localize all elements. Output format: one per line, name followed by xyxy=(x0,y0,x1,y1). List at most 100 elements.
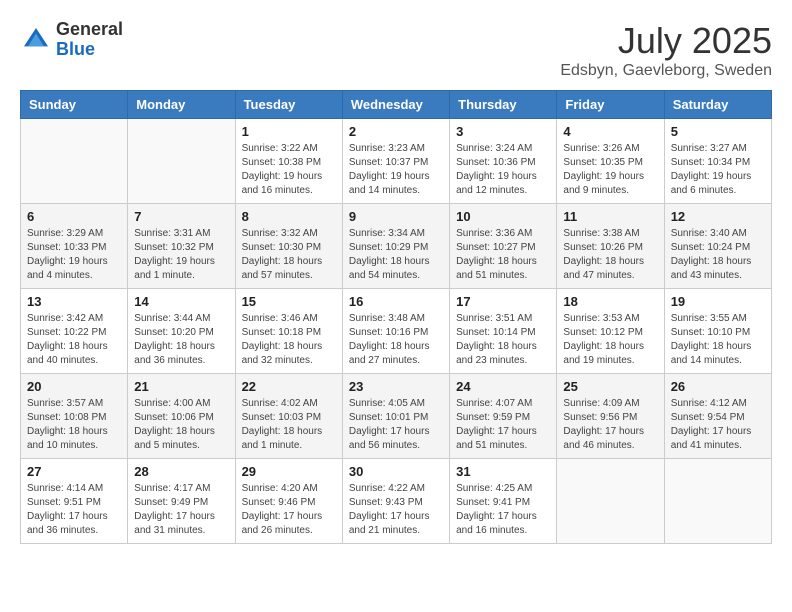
day-detail: Sunrise: 4:17 AMSunset: 9:49 PMDaylight:… xyxy=(134,482,228,538)
calendar-day-cell: 10Sunrise: 3:36 AMSunset: 10:27 PMDaylig… xyxy=(450,204,557,289)
calendar-header-thursday: Thursday xyxy=(450,91,557,119)
calendar-day-cell: 25 Sunrise: 4:09 AMSunset: 9:56 PMDayligh… xyxy=(557,374,664,459)
day-number: 24 xyxy=(456,379,550,394)
calendar-day-cell: 6 Sunrise: 3:29 AMSunset: 10:33 PMDayligh… xyxy=(21,204,128,289)
day-detail: Sunrise: 4:20 AMSunset: 9:46 PMDaylight:… xyxy=(242,482,336,538)
day-number: 14 xyxy=(134,294,228,309)
day-number: 23 xyxy=(349,379,443,394)
calendar-day-cell: 18 Sunrise: 3:53 AMSunset: 10:12 PMDaylig… xyxy=(557,289,664,374)
day-number: 29 xyxy=(242,464,336,479)
calendar-day-cell: 29 Sunrise: 4:20 AMSunset: 9:46 PMDayligh… xyxy=(235,459,342,544)
day-detail: Sunrise: 3:34 AMSunset: 10:29 PMDaylight… xyxy=(349,227,443,283)
day-number: 27 xyxy=(27,464,121,479)
calendar-day-cell: 2Sunrise: 3:23 AMSunset: 10:37 PMDayligh… xyxy=(342,119,449,204)
calendar-header-row: SundayMondayTuesdayWednesdayThursdayFrid… xyxy=(21,91,772,119)
day-detail: Sunrise: 4:02 AMSunset: 10:03 PMDaylight… xyxy=(242,397,336,453)
day-detail: Sunrise: 3:27 AMSunset: 10:34 PMDaylight… xyxy=(671,142,765,198)
day-number: 17 xyxy=(456,294,550,309)
day-detail: Sunrise: 3:46 AMSunset: 10:18 PMDaylight… xyxy=(242,312,336,368)
day-detail: Sunrise: 4:14 AMSunset: 9:51 PMDaylight:… xyxy=(27,482,121,538)
calendar-day-cell: 1Sunrise: 3:22 AMSunset: 10:38 PMDayligh… xyxy=(235,119,342,204)
day-number: 30 xyxy=(349,464,443,479)
title-block: July 2025 Edsbyn, Gaevleborg, Sweden xyxy=(560,20,772,80)
day-number: 25 xyxy=(563,379,657,394)
day-detail: Sunrise: 3:24 AMSunset: 10:36 PMDaylight… xyxy=(456,142,550,198)
logo-text: General Blue xyxy=(56,20,123,60)
day-number: 18 xyxy=(563,294,657,309)
day-number: 21 xyxy=(134,379,228,394)
calendar-day-cell: 16 Sunrise: 3:48 AMSunset: 10:16 PMDaylig… xyxy=(342,289,449,374)
page-header: General Blue July 2025 Edsbyn, Gaevlebor… xyxy=(20,20,772,80)
calendar-day-cell: 20 Sunrise: 3:57 AMSunset: 10:08 PMDaylig… xyxy=(21,374,128,459)
calendar-week-row: 13 Sunrise: 3:42 AMSunset: 10:22 PMDaylig… xyxy=(21,289,772,374)
day-number: 4 xyxy=(563,124,657,139)
calendar-day-cell: 12 Sunrise: 3:40 AMSunset: 10:24 PMDaylig… xyxy=(664,204,771,289)
calendar-table: SundayMondayTuesdayWednesdayThursdayFrid… xyxy=(20,90,772,544)
calendar-day-cell: 19Sunrise: 3:55 AMSunset: 10:10 PMDaylig… xyxy=(664,289,771,374)
calendar-day-cell: 23 Sunrise: 4:05 AMSunset: 10:01 PMDaylig… xyxy=(342,374,449,459)
calendar-day-cell: 13 Sunrise: 3:42 AMSunset: 10:22 PMDaylig… xyxy=(21,289,128,374)
day-detail: Sunrise: 3:55 AMSunset: 10:10 PMDaylight… xyxy=(671,312,765,368)
day-detail: Sunrise: 3:53 AMSunset: 10:12 PMDaylight… xyxy=(563,312,657,368)
calendar-day-cell xyxy=(128,119,235,204)
calendar-day-cell: 31 Sunrise: 4:25 AMSunset: 9:41 PMDayligh… xyxy=(450,459,557,544)
day-detail: Sunrise: 4:22 AMSunset: 9:43 PMDaylight:… xyxy=(349,482,443,538)
calendar-day-cell: 28 Sunrise: 4:17 AMSunset: 9:49 PMDayligh… xyxy=(128,459,235,544)
day-detail: Sunrise: 3:38 AMSunset: 10:26 PMDaylight… xyxy=(563,227,657,283)
day-detail: Sunrise: 4:25 AMSunset: 9:41 PMDaylight:… xyxy=(456,482,550,538)
calendar-day-cell: 14 Sunrise: 3:44 AMSunset: 10:20 PMDaylig… xyxy=(128,289,235,374)
calendar-week-row: 20 Sunrise: 3:57 AMSunset: 10:08 PMDaylig… xyxy=(21,374,772,459)
calendar-day-cell: 30 Sunrise: 4:22 AMSunset: 9:43 PMDayligh… xyxy=(342,459,449,544)
calendar-day-cell: 17Sunrise: 3:51 AMSunset: 10:14 PMDaylig… xyxy=(450,289,557,374)
day-number: 9 xyxy=(349,209,443,224)
day-number: 12 xyxy=(671,209,765,224)
day-detail: Sunrise: 4:00 AMSunset: 10:06 PMDaylight… xyxy=(134,397,228,453)
day-detail: Sunrise: 3:22 AMSunset: 10:38 PMDaylight… xyxy=(242,142,336,198)
day-number: 13 xyxy=(27,294,121,309)
calendar-day-cell: 15Sunrise: 3:46 AMSunset: 10:18 PMDaylig… xyxy=(235,289,342,374)
day-detail: Sunrise: 4:09 AMSunset: 9:56 PMDaylight:… xyxy=(563,397,657,453)
calendar-header-wednesday: Wednesday xyxy=(342,91,449,119)
calendar-day-cell xyxy=(21,119,128,204)
day-detail: Sunrise: 3:57 AMSunset: 10:08 PMDaylight… xyxy=(27,397,121,453)
day-number: 16 xyxy=(349,294,443,309)
day-detail: Sunrise: 3:26 AMSunset: 10:35 PMDaylight… xyxy=(563,142,657,198)
day-number: 8 xyxy=(242,209,336,224)
calendar-header-saturday: Saturday xyxy=(664,91,771,119)
day-number: 2 xyxy=(349,124,443,139)
day-number: 7 xyxy=(134,209,228,224)
calendar-header-tuesday: Tuesday xyxy=(235,91,342,119)
day-detail: Sunrise: 3:44 AMSunset: 10:20 PMDaylight… xyxy=(134,312,228,368)
day-number: 31 xyxy=(456,464,550,479)
calendar-day-cell: 3Sunrise: 3:24 AMSunset: 10:36 PMDayligh… xyxy=(450,119,557,204)
calendar-day-cell xyxy=(664,459,771,544)
day-number: 10 xyxy=(456,209,550,224)
calendar-week-row: 1Sunrise: 3:22 AMSunset: 10:38 PMDayligh… xyxy=(21,119,772,204)
day-detail: Sunrise: 3:29 AMSunset: 10:33 PMDaylight… xyxy=(27,227,121,283)
day-detail: Sunrise: 3:48 AMSunset: 10:16 PMDaylight… xyxy=(349,312,443,368)
calendar-day-cell: 9 Sunrise: 3:34 AMSunset: 10:29 PMDayligh… xyxy=(342,204,449,289)
day-number: 28 xyxy=(134,464,228,479)
calendar-header-sunday: Sunday xyxy=(21,91,128,119)
calendar-day-cell: 11Sunrise: 3:38 AMSunset: 10:26 PMDaylig… xyxy=(557,204,664,289)
calendar-day-cell xyxy=(557,459,664,544)
logo: General Blue xyxy=(20,20,123,60)
day-number: 22 xyxy=(242,379,336,394)
calendar-day-cell: 5Sunrise: 3:27 AMSunset: 10:34 PMDayligh… xyxy=(664,119,771,204)
day-number: 6 xyxy=(27,209,121,224)
calendar-day-cell: 21 Sunrise: 4:00 AMSunset: 10:06 PMDaylig… xyxy=(128,374,235,459)
day-detail: Sunrise: 4:07 AMSunset: 9:59 PMDaylight:… xyxy=(456,397,550,453)
day-detail: Sunrise: 3:42 AMSunset: 10:22 PMDaylight… xyxy=(27,312,121,368)
calendar-day-cell: 24 Sunrise: 4:07 AMSunset: 9:59 PMDayligh… xyxy=(450,374,557,459)
day-detail: Sunrise: 4:12 AMSunset: 9:54 PMDaylight:… xyxy=(671,397,765,453)
day-number: 20 xyxy=(27,379,121,394)
day-detail: Sunrise: 3:40 AMSunset: 10:24 PMDaylight… xyxy=(671,227,765,283)
calendar-day-cell: 8 Sunrise: 3:32 AMSunset: 10:30 PMDayligh… xyxy=(235,204,342,289)
location-title: Edsbyn, Gaevleborg, Sweden xyxy=(560,62,772,80)
logo-icon xyxy=(20,24,52,56)
calendar-week-row: 6 Sunrise: 3:29 AMSunset: 10:33 PMDayligh… xyxy=(21,204,772,289)
day-detail: Sunrise: 4:05 AMSunset: 10:01 PMDaylight… xyxy=(349,397,443,453)
calendar-day-cell: 4 Sunrise: 3:26 AMSunset: 10:35 PMDayligh… xyxy=(557,119,664,204)
day-number: 26 xyxy=(671,379,765,394)
day-detail: Sunrise: 3:32 AMSunset: 10:30 PMDaylight… xyxy=(242,227,336,283)
